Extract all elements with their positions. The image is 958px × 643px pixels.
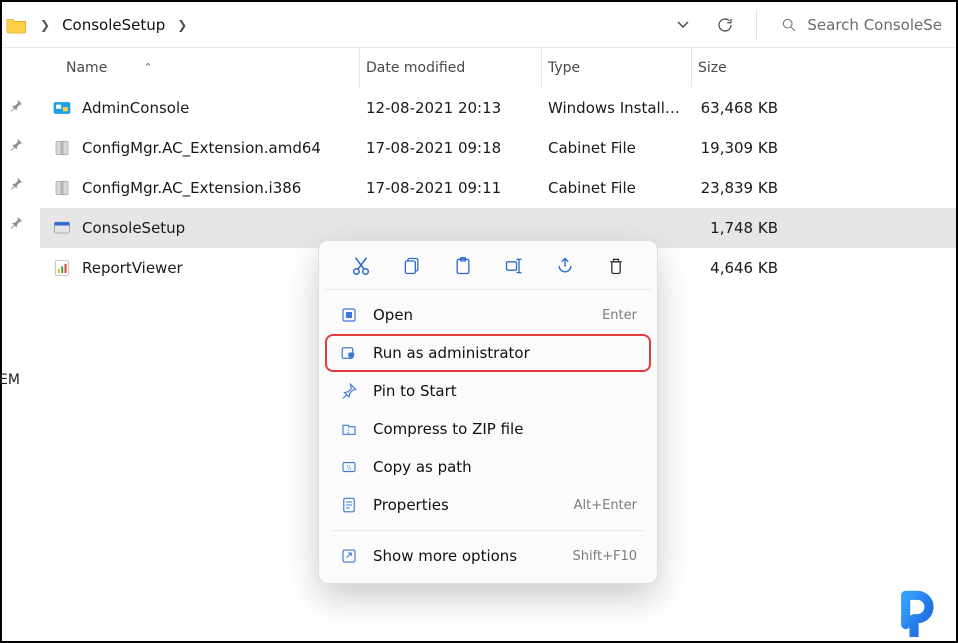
file-date: 17-08-2021 09:11 (360, 179, 542, 197)
open-icon (339, 305, 359, 325)
column-type[interactable]: Type (542, 48, 692, 87)
file-size: 19,309 KB (692, 139, 792, 157)
file-row[interactable]: AdminConsole 12-08-2021 20:13Windows Inst… (40, 88, 956, 128)
file-icon (52, 98, 72, 118)
copy-icon[interactable] (399, 253, 425, 279)
ctx-compress-zip[interactable]: Compress to ZIP file (325, 410, 651, 448)
refresh-icon[interactable] (708, 8, 742, 42)
cut-icon[interactable] (348, 253, 374, 279)
column-name[interactable]: Name⌃ (40, 48, 360, 87)
history-dropdown-icon[interactable] (666, 8, 700, 42)
quick-access-pins (2, 50, 30, 230)
file-size: 63,468 KB (692, 99, 792, 117)
pin-icon (9, 98, 24, 113)
search-icon (781, 17, 797, 33)
file-name: ConsoleSetup (82, 219, 185, 237)
share-icon[interactable] (552, 253, 578, 279)
toolbar-divider (756, 11, 757, 39)
chevron-right-icon[interactable]: ❯ (36, 18, 54, 32)
copy-path-icon: \\ (339, 457, 359, 477)
pin-icon (339, 381, 359, 401)
file-row[interactable]: ConfigMgr.AC_Extension.amd64 17-08-2021 0… (40, 128, 956, 168)
file-icon (52, 178, 72, 198)
delete-icon[interactable] (603, 253, 629, 279)
sort-asc-icon: ⌃ (143, 61, 152, 74)
file-icon (52, 258, 72, 278)
file-name: AdminConsole (82, 99, 189, 117)
ctx-open[interactable]: Open Enter (325, 296, 651, 334)
chevron-right-icon[interactable]: ❯ (173, 18, 191, 32)
ctx-properties[interactable]: Properties Alt+Enter (325, 486, 651, 524)
file-name: ConfigMgr.AC_Extension.amd64 (82, 139, 321, 157)
show-more-icon (339, 546, 359, 566)
file-type: Cabinet File (542, 139, 692, 157)
rename-icon[interactable] (501, 253, 527, 279)
context-toolbar (325, 249, 651, 290)
file-type: Cabinet File (542, 179, 692, 197)
file-size: 1,748 KB (692, 219, 792, 237)
column-date[interactable]: Date modified (360, 48, 542, 87)
folder-icon (6, 16, 28, 34)
file-row[interactable]: ConfigMgr.AC_Extension.i386 17-08-2021 09… (40, 168, 956, 208)
pin-icon (9, 215, 24, 230)
properties-icon (339, 495, 359, 515)
file-type: Windows Installer ... (542, 99, 692, 117)
file-name: ConfigMgr.AC_Extension.i386 (82, 179, 301, 197)
column-headers: Name⌃ Date modified Type Size (40, 48, 956, 88)
pin-icon (9, 137, 24, 152)
zip-icon (339, 419, 359, 439)
nav-tree-fragment: EM (0, 372, 20, 388)
admin-shield-icon (339, 343, 359, 363)
file-icon (52, 138, 72, 158)
shortcut-label: Shift+F10 (573, 549, 637, 564)
file-date: 12-08-2021 20:13 (360, 99, 542, 117)
file-size: 4,646 KB (692, 259, 792, 277)
file-date: 17-08-2021 09:18 (360, 139, 542, 157)
breadcrumb-folder[interactable]: ConsoleSetup (62, 16, 165, 34)
address-bar: ❯ ConsoleSetup ❯ Search ConsoleSe (2, 2, 956, 48)
context-menu: Open Enter Run as administrator Pin to S… (318, 240, 658, 584)
ctx-show-more[interactable]: Show more options Shift+F10 (325, 537, 651, 575)
ctx-copy-path[interactable]: \\ Copy as path (325, 448, 651, 486)
paste-icon[interactable] (450, 253, 476, 279)
shortcut-label: Enter (602, 308, 637, 323)
pin-icon (9, 176, 24, 191)
shortcut-label: Alt+Enter (574, 498, 637, 513)
ctx-pin-start[interactable]: Pin to Start (325, 372, 651, 410)
file-size: 23,839 KB (692, 179, 792, 197)
ctx-run-as-admin[interactable]: Run as administrator (325, 334, 651, 372)
svg-text:\\: \\ (347, 464, 352, 471)
search-placeholder: Search ConsoleSe (807, 16, 942, 34)
column-size[interactable]: Size (692, 50, 792, 86)
file-icon (52, 218, 72, 238)
file-name: ReportViewer (82, 259, 183, 277)
watermark-logo (898, 585, 950, 637)
search-input[interactable]: Search ConsoleSe (771, 16, 948, 34)
menu-separator (333, 530, 643, 531)
